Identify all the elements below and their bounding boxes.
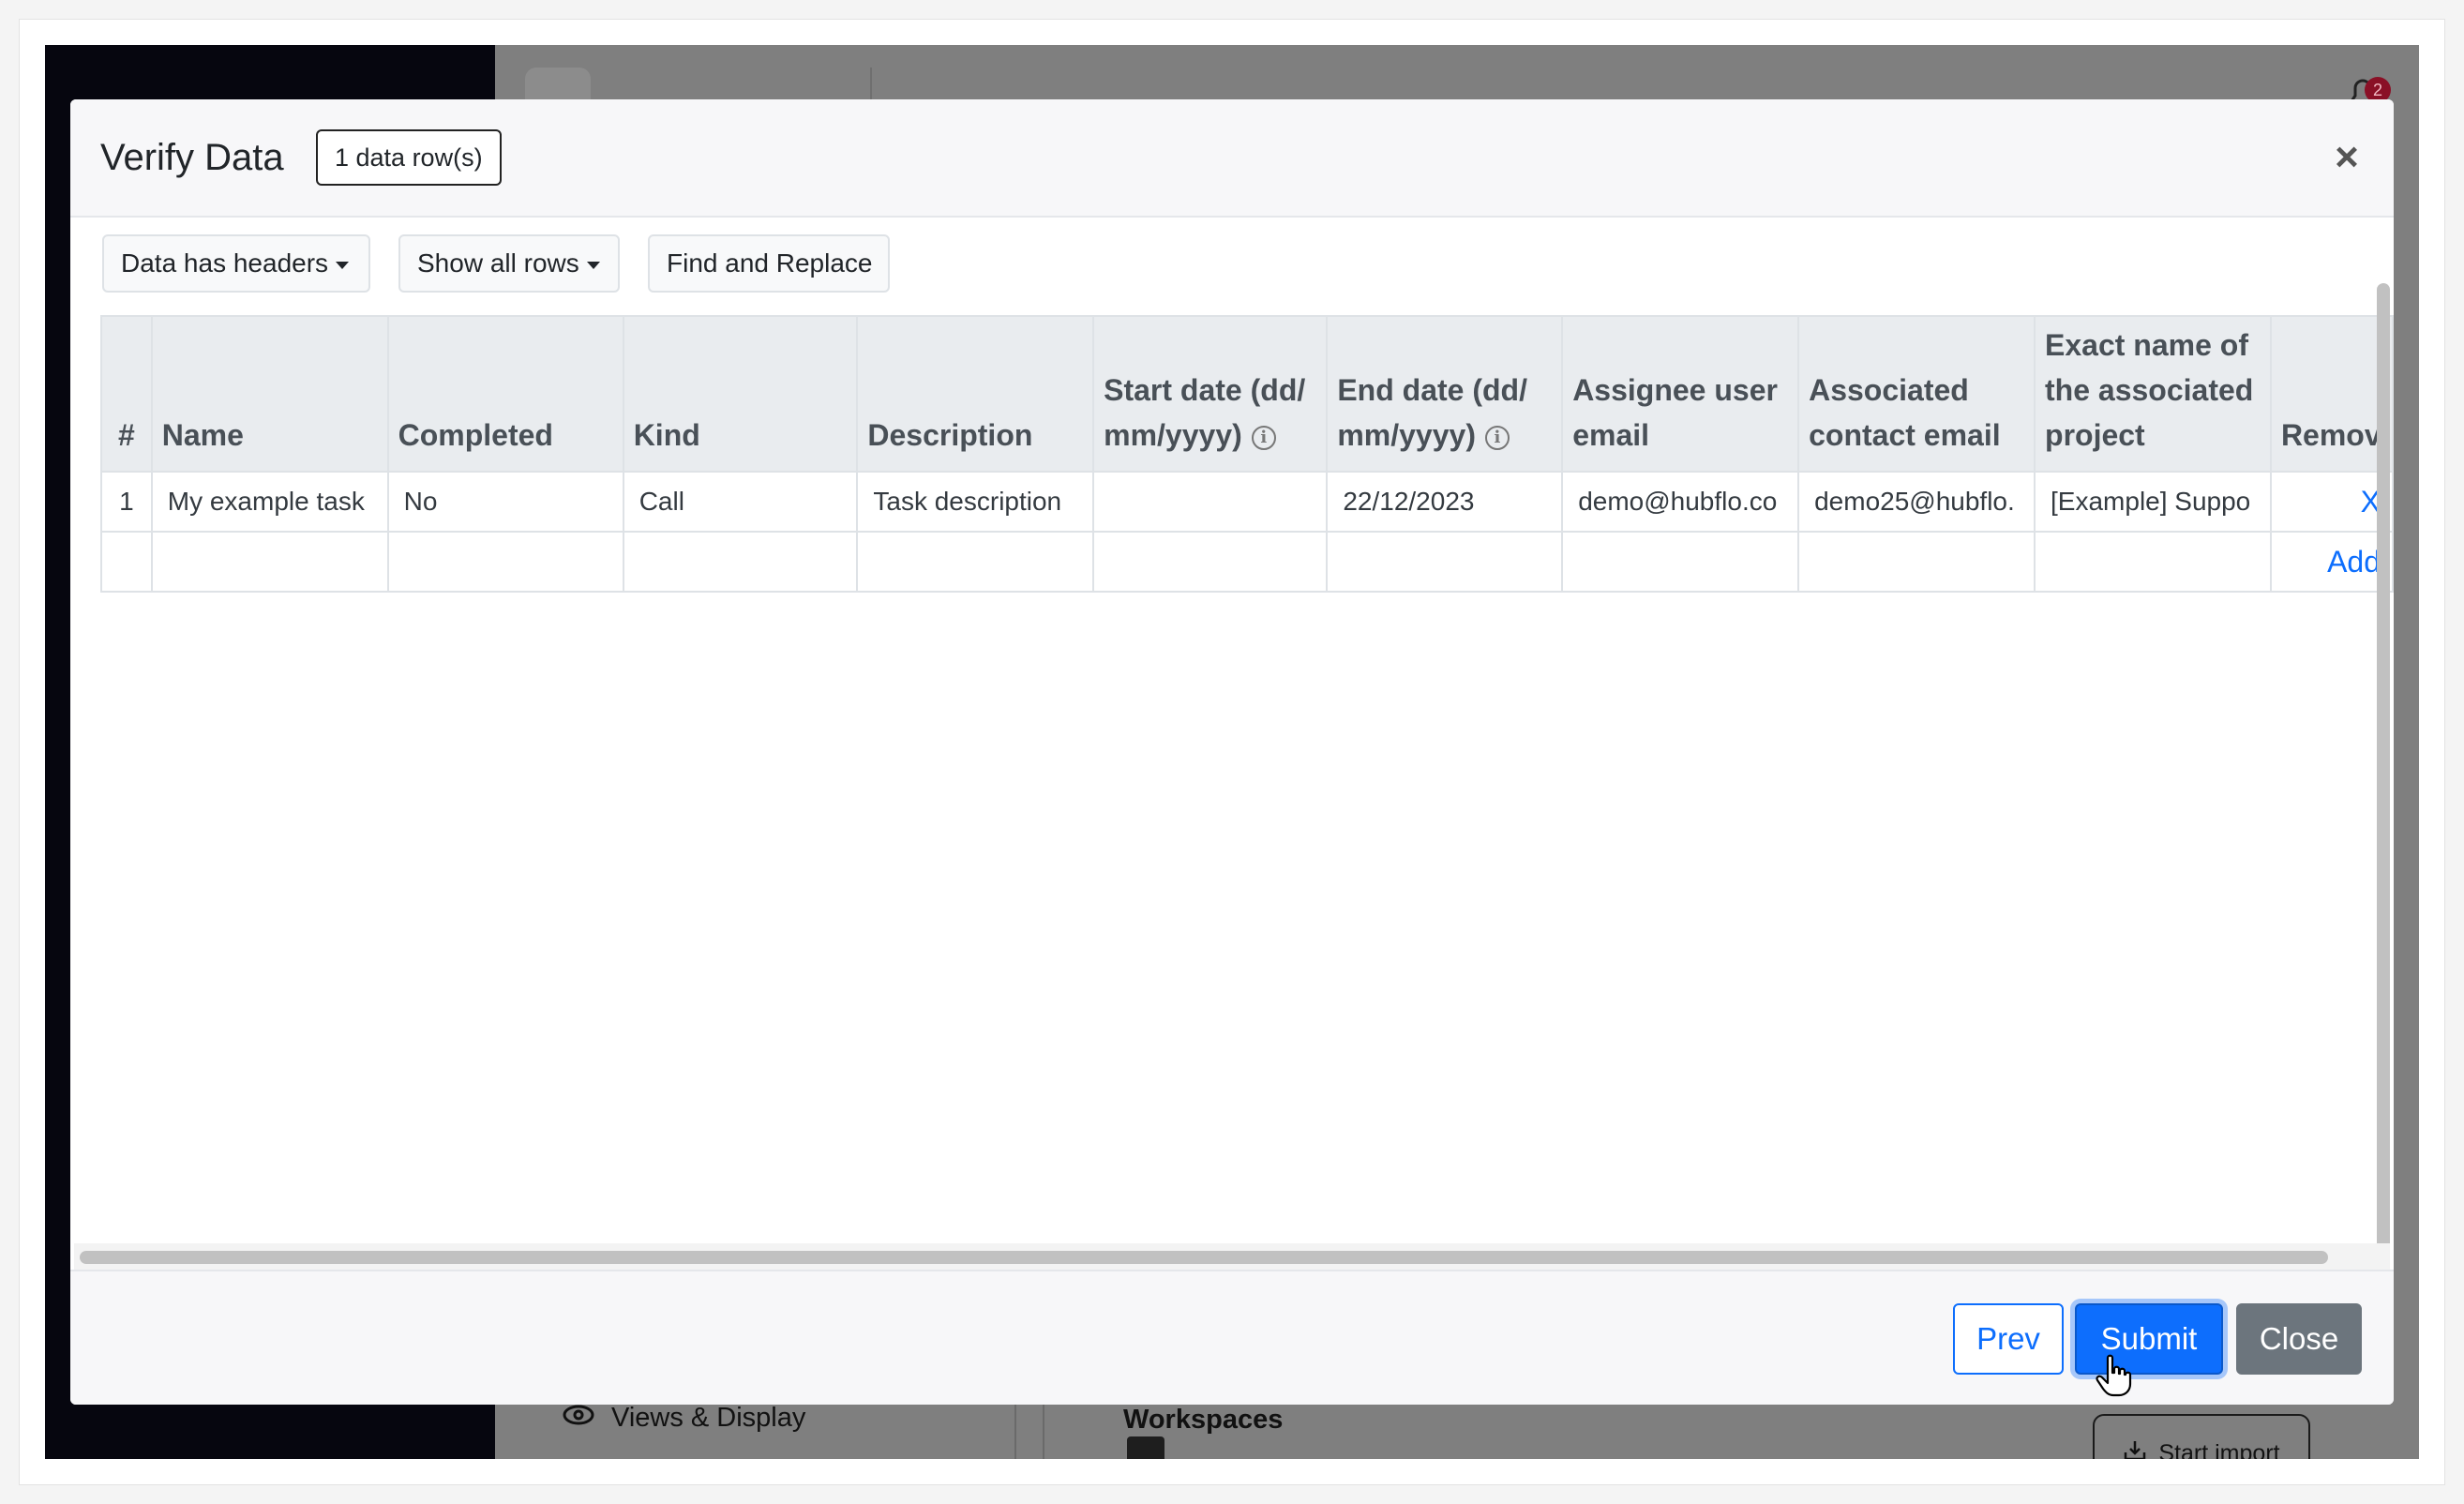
close-button[interactable]: Close	[2236, 1303, 2362, 1375]
cell-assignee-email[interactable]: demo@hubflo.co	[1561, 471, 1800, 533]
column-header-number: #	[100, 315, 153, 473]
start-import-label: Start import	[2158, 1439, 2280, 1460]
empty-cell[interactable]	[856, 531, 1095, 593]
close-icon[interactable]: ×	[2328, 137, 2366, 178]
modal-footer: Prev Submit Close	[70, 1270, 2394, 1405]
column-header-remove: Remov	[2269, 315, 2394, 473]
column-header-end-date: End date (dd/mm/yyyy) i	[1326, 315, 1564, 473]
caret-down-icon	[586, 261, 600, 269]
column-header-description: Description	[856, 315, 1095, 473]
modal-title: Verify Data	[100, 137, 284, 178]
rows-count-badge: 1 data row(s)	[316, 129, 502, 186]
cell-name[interactable]: My example task	[150, 471, 389, 533]
modal-header: Verify Data 1 data row(s) ×	[70, 99, 2394, 218]
cell-end-date[interactable]: 22/12/2023	[1326, 471, 1564, 533]
hand-pointer-icon	[2095, 1354, 2132, 1397]
cell-kind[interactable]: Call	[622, 471, 859, 533]
show-all-rows-label: Show all rows	[417, 248, 579, 278]
empty-cell[interactable]	[1561, 531, 1800, 593]
find-and-replace-button[interactable]: Find and Replace	[648, 234, 890, 293]
horizontal-scrollbar-track[interactable]	[74, 1243, 2390, 1270]
add-row-link[interactable]: Add	[2269, 531, 2394, 593]
remove-row-link[interactable]: X	[2269, 471, 2394, 533]
horizontal-scrollbar-thumb[interactable]	[80, 1251, 2328, 1264]
empty-cell[interactable]	[622, 531, 859, 593]
column-header-project: Exact name of the associated project	[2034, 315, 2272, 473]
column-header-assignee-email: Assignee user email	[1561, 315, 1800, 473]
column-header-completed: Completed	[386, 315, 624, 473]
table-header-row: # Name Completed Kind Description Start …	[100, 315, 2394, 473]
data-has-headers-dropdown[interactable]: Data has headers	[102, 234, 370, 293]
empty-cell[interactable]	[1326, 531, 1564, 593]
info-icon[interactable]: i	[1484, 425, 1510, 450]
data-table-container[interactable]: # Name Completed Kind Description Start …	[100, 315, 2394, 1253]
vertical-scrollbar[interactable]	[2377, 283, 2390, 1277]
cell-start-date[interactable]	[1092, 471, 1329, 533]
column-header-kind: Kind	[622, 315, 859, 473]
empty-cell[interactable]	[150, 531, 389, 593]
column-header-start-date: Start date (dd/mm/yyyy) i	[1092, 315, 1329, 473]
workspaces-heading: Workspaces	[1123, 1405, 1284, 1435]
eye-icon	[563, 1403, 594, 1434]
empty-cell[interactable]	[386, 531, 624, 593]
caret-down-icon	[336, 261, 350, 269]
empty-cell[interactable]	[1092, 531, 1329, 593]
views-display-item: Views & Display	[563, 1403, 805, 1434]
show-all-rows-dropdown[interactable]: Show all rows	[398, 234, 620, 293]
column-header-name: Name	[150, 315, 389, 473]
info-icon[interactable]: i	[1251, 425, 1276, 450]
cell-project[interactable]: [Example] Suppo	[2034, 471, 2272, 533]
prev-button[interactable]: Prev	[1953, 1303, 2064, 1375]
empty-cell[interactable]	[2034, 531, 2272, 593]
cell-completed[interactable]: No	[386, 471, 624, 533]
start-import-button: Start import	[2093, 1414, 2310, 1459]
data-table: # Name Completed Kind Description Start …	[100, 315, 2394, 593]
data-has-headers-label: Data has headers	[121, 248, 329, 278]
empty-cell	[100, 531, 153, 593]
views-display-label: Views & Display	[611, 1403, 806, 1433]
briefcase-icon	[1127, 1436, 1164, 1459]
table-row: 1 My example task No Call Task descripti…	[100, 471, 2394, 533]
verify-data-modal: Verify Data 1 data row(s) × Data has hea…	[70, 99, 2394, 1405]
table-add-row: Add	[100, 531, 2394, 593]
download-icon	[2123, 1439, 2147, 1459]
cell-row-number: 1	[100, 471, 153, 533]
cell-description[interactable]: Task description	[856, 471, 1095, 533]
empty-cell[interactable]	[1797, 531, 2036, 593]
cell-contact-email[interactable]: demo25@hubflo.	[1797, 471, 2036, 533]
column-header-contact-email: Associated contact email	[1797, 315, 2036, 473]
